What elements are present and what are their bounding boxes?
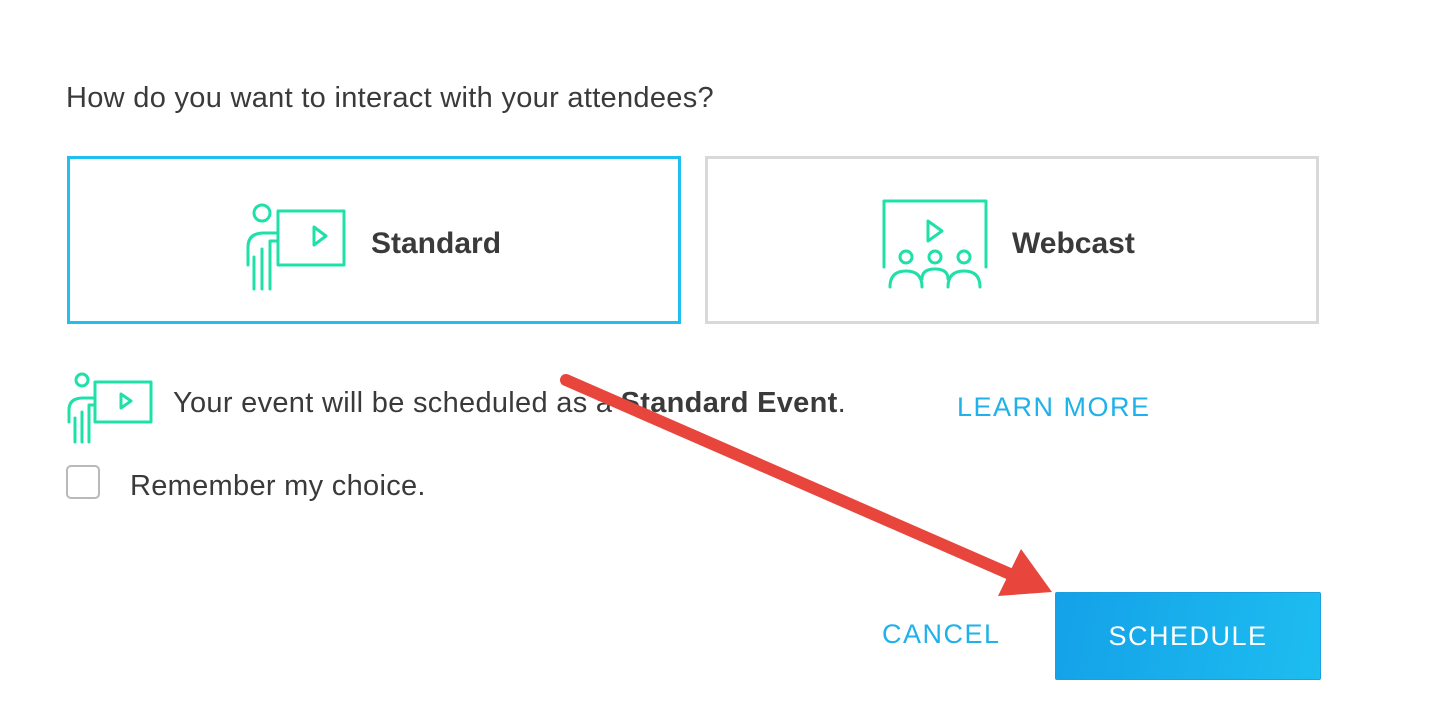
option-standard-label: Standard — [371, 227, 502, 260]
option-webcast-label: Webcast — [1012, 227, 1135, 260]
webcast-audience-icon — [880, 199, 990, 296]
cancel-button[interactable]: CANCEL — [882, 619, 1001, 650]
event-type-suffix: . — [837, 387, 846, 419]
option-webcast-card[interactable]: Webcast — [705, 156, 1319, 324]
remember-choice-checkbox[interactable] — [66, 465, 100, 499]
remember-choice-label[interactable]: Remember my choice. — [130, 470, 426, 503]
event-type-description: Your event will be scheduled as a Standa… — [173, 387, 846, 420]
question-heading: How do you want to interact with your at… — [66, 82, 714, 114]
option-standard-card[interactable]: Standard — [67, 156, 681, 324]
presenter-screen-icon — [240, 199, 350, 296]
presenter-screen-icon — [63, 372, 155, 449]
learn-more-link[interactable]: LEARN MORE — [957, 392, 1151, 423]
event-type-prefix: Your event will be scheduled as a — [173, 387, 621, 419]
schedule-button[interactable]: SCHEDULE — [1055, 592, 1321, 680]
event-type-emphasis: Standard Event — [620, 387, 838, 419]
